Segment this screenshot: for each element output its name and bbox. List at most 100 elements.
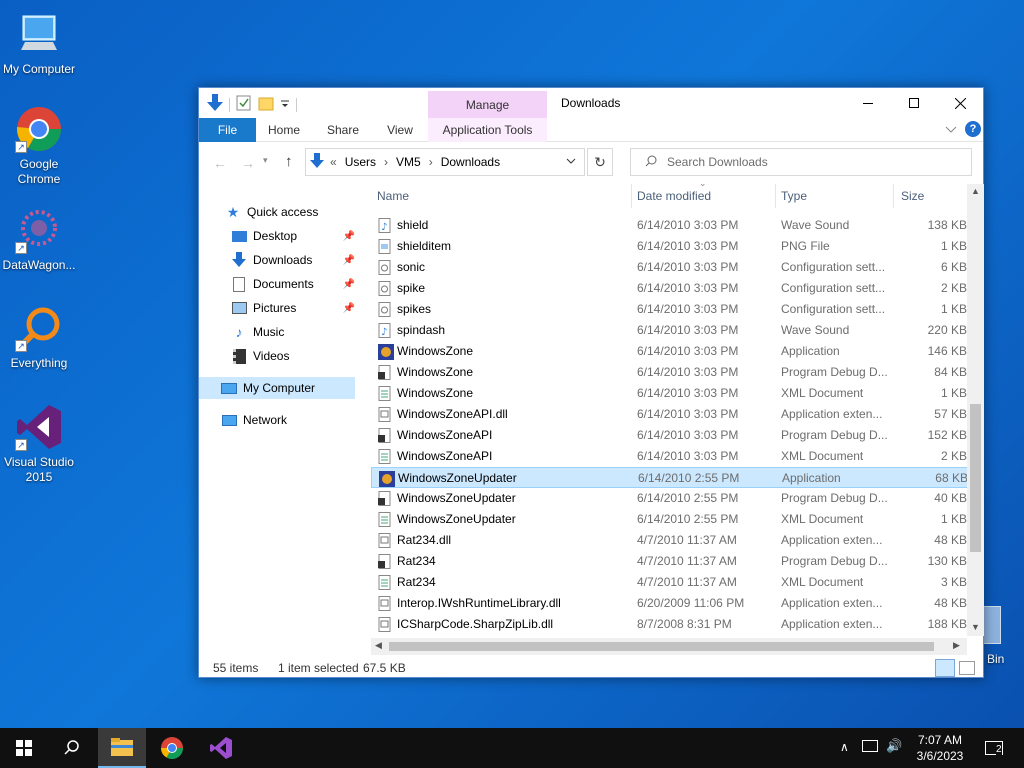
desktop-icon-my-computer[interactable]: My Computer: [0, 10, 78, 77]
scroll-up-icon[interactable]: ▲: [971, 186, 980, 196]
file-row[interactable]: Rat234.dll 4/7/2010 11:37 AM Application e…: [371, 530, 983, 551]
search-button[interactable]: [48, 728, 96, 768]
file-row[interactable]: ♪ spindash 6/14/2010 3:03 PM Wave Sound 220 …: [371, 320, 983, 341]
vertical-scrollbar[interactable]: ▲ ▼: [967, 184, 984, 636]
tab-share[interactable]: Share: [319, 118, 367, 142]
search-box[interactable]: Search Downloads: [630, 148, 972, 176]
action-center-button[interactable]: 2: [972, 728, 1016, 768]
customize-toolbar-icon[interactable]: [280, 98, 290, 112]
close-button[interactable]: [937, 88, 983, 118]
column-separator[interactable]: [631, 184, 632, 208]
taskbar-file-explorer[interactable]: [98, 728, 146, 768]
file-row[interactable]: ♪ shield 6/14/2010 3:03 PM Wave Sound 138 KB: [371, 215, 983, 236]
properties-icon[interactable]: [236, 95, 252, 114]
file-row[interactable]: spikes 6/14/2010 3:03 PM Configuration set…: [371, 299, 983, 320]
manage-contextual-tab[interactable]: Manage: [428, 91, 547, 118]
nav-item-videos[interactable]: Videos: [231, 345, 355, 367]
file-name: spike: [397, 281, 426, 295]
address-bar[interactable]: « Users › VM5 › Downloads: [305, 148, 585, 176]
file-row[interactable]: shielditem 6/14/2010 3:03 PM PNG File 1 KB: [371, 236, 983, 257]
breadcrumb-downloads[interactable]: Downloads: [441, 155, 500, 169]
column-separator[interactable]: [893, 184, 894, 208]
vertical-scroll-thumb[interactable]: [970, 404, 981, 552]
address-dropdown-icon[interactable]: [566, 155, 576, 169]
help-icon[interactable]: ?: [965, 121, 981, 137]
taskbar-chrome[interactable]: [148, 728, 196, 768]
file-list: Name Date modified ⌄ Type Size ♪shield6/…: [371, 184, 983, 636]
download-folder-icon[interactable]: [207, 94, 223, 115]
network-status-icon[interactable]: [862, 740, 878, 752]
file-row[interactable]: WindowsZoneUpdater 6/14/2010 2:55 PM XML D…: [371, 509, 983, 530]
new-folder-icon[interactable]: [258, 95, 274, 114]
nav-item-pictures[interactable]: Pictures 📌: [231, 297, 355, 319]
column-header-name[interactable]: Name: [377, 184, 409, 208]
nav-item-music[interactable]: ♪ Music: [231, 321, 355, 343]
breadcrumb-overflow-icon[interactable]: «: [330, 155, 337, 169]
nav-item-documents[interactable]: Documents 📌: [231, 273, 355, 295]
image-file-icon: [378, 239, 392, 254]
horizontal-scrollbar[interactable]: ◀ ▶: [371, 638, 967, 655]
dll-file-icon: [378, 617, 392, 632]
tab-file[interactable]: File: [199, 118, 256, 142]
desktop-icon-chrome[interactable]: ↗ Google Chrome: [0, 105, 78, 187]
debug-file-icon: [378, 554, 392, 569]
file-name: WindowsZoneAPI: [397, 428, 493, 442]
file-row[interactable]: WindowsZone 6/14/2010 3:03 PM Application 1…: [371, 341, 983, 362]
column-header-size[interactable]: Size: [901, 184, 924, 208]
breadcrumb-users[interactable]: Users: [345, 155, 376, 169]
file-row[interactable]: Interop.IWshRuntimeLibrary.dll 6/20/2009 …: [371, 593, 983, 614]
refresh-button[interactable]: ↻: [587, 148, 613, 176]
nav-item-my-computer[interactable]: My Computer: [199, 377, 355, 399]
tab-home[interactable]: Home: [261, 118, 307, 142]
file-date: 6/14/2010 3:03 PM: [637, 281, 739, 295]
taskbar-visual-studio[interactable]: [197, 728, 245, 768]
file-row[interactable]: WindowsZoneUpdater 6/14/2010 2:55 PM Progr…: [371, 488, 983, 509]
scroll-down-icon[interactable]: ▼: [971, 622, 980, 632]
tab-application-tools[interactable]: Application Tools: [428, 118, 547, 142]
column-separator[interactable]: [775, 184, 776, 208]
forward-arrow-icon[interactable]: →: [241, 155, 255, 171]
nav-item-network[interactable]: Network: [221, 409, 355, 431]
nav-item-desktop[interactable]: Desktop 📌: [231, 225, 355, 247]
column-header-type[interactable]: Type: [781, 184, 807, 208]
file-row[interactable]: ICSharpCode.SharpZipLib.dll 8/7/2008 8:31…: [371, 614, 983, 635]
file-row[interactable]: WindowsZone 6/14/2010 3:03 PM XML Document…: [371, 383, 983, 404]
desktop-icon-everything[interactable]: ↗ Everything: [0, 304, 78, 371]
tab-view[interactable]: View: [377, 118, 423, 142]
file-row[interactable]: WindowsZoneAPI 6/14/2010 3:03 PM XML Docum…: [371, 446, 983, 467]
desktop-icon-datawagon[interactable]: ↗ DataWagon...: [0, 206, 78, 273]
scroll-left-icon[interactable]: ◀: [375, 640, 382, 651]
file-explorer-window[interactable]: Manage Downloads File Home Share View Ap…: [198, 87, 984, 678]
start-button[interactable]: [0, 728, 48, 768]
file-row[interactable]: sonic 6/14/2010 3:03 PM Configuration sett…: [371, 257, 983, 278]
breadcrumb-vm5[interactable]: VM5: [396, 155, 421, 169]
recent-locations-icon[interactable]: ▾: [263, 155, 268, 166]
file-name: Rat234.dll: [397, 533, 452, 547]
horizontal-scroll-thumb[interactable]: [389, 642, 934, 651]
up-arrow-icon[interactable]: ↑: [285, 153, 293, 170]
file-size: 1 KB: [940, 302, 967, 316]
minimize-button[interactable]: [845, 88, 891, 118]
back-arrow-icon[interactable]: ←: [213, 155, 227, 171]
file-row[interactable]: WindowsZoneUpdater 6/14/2010 2:55 PM Appli…: [371, 467, 983, 488]
file-row[interactable]: WindowsZoneAPI 6/14/2010 3:03 PM Program D…: [371, 425, 983, 446]
file-row[interactable]: WindowsZone 6/14/2010 3:03 PM Program Debu…: [371, 362, 983, 383]
maximize-button[interactable]: [891, 88, 937, 118]
config-file-icon: [378, 260, 392, 275]
file-row[interactable]: WindowsZoneAPI.dll 6/14/2010 3:03 PM Appli…: [371, 404, 983, 425]
scroll-right-icon[interactable]: ▶: [953, 640, 960, 651]
show-hidden-icons-icon[interactable]: ∧: [840, 740, 849, 754]
title-bar[interactable]: Manage Downloads: [199, 88, 983, 118]
file-row[interactable]: spike 6/14/2010 3:03 PM Configuration sett…: [371, 278, 983, 299]
volume-icon[interactable]: 🔊: [886, 738, 902, 754]
desktop-icon-visual-studio[interactable]: ↗ Visual Studio 2015: [0, 403, 78, 485]
status-bar: 55 items 1 item selected 67.5 KB: [199, 657, 983, 679]
nav-item-quick-access[interactable]: ★ Quick access: [225, 201, 355, 223]
system-clock[interactable]: 7:07 AM 3/6/2023: [904, 732, 976, 764]
large-icons-view-button[interactable]: [959, 661, 975, 675]
file-row[interactable]: Rat234 4/7/2010 11:37 AM XML Document 3 KB: [371, 572, 983, 593]
expand-ribbon-icon[interactable]: [945, 123, 957, 137]
nav-item-downloads[interactable]: Downloads 📌: [231, 249, 355, 271]
details-view-button[interactable]: [935, 659, 955, 677]
file-row[interactable]: Rat234 4/7/2010 11:37 AM Program Debug D..…: [371, 551, 983, 572]
